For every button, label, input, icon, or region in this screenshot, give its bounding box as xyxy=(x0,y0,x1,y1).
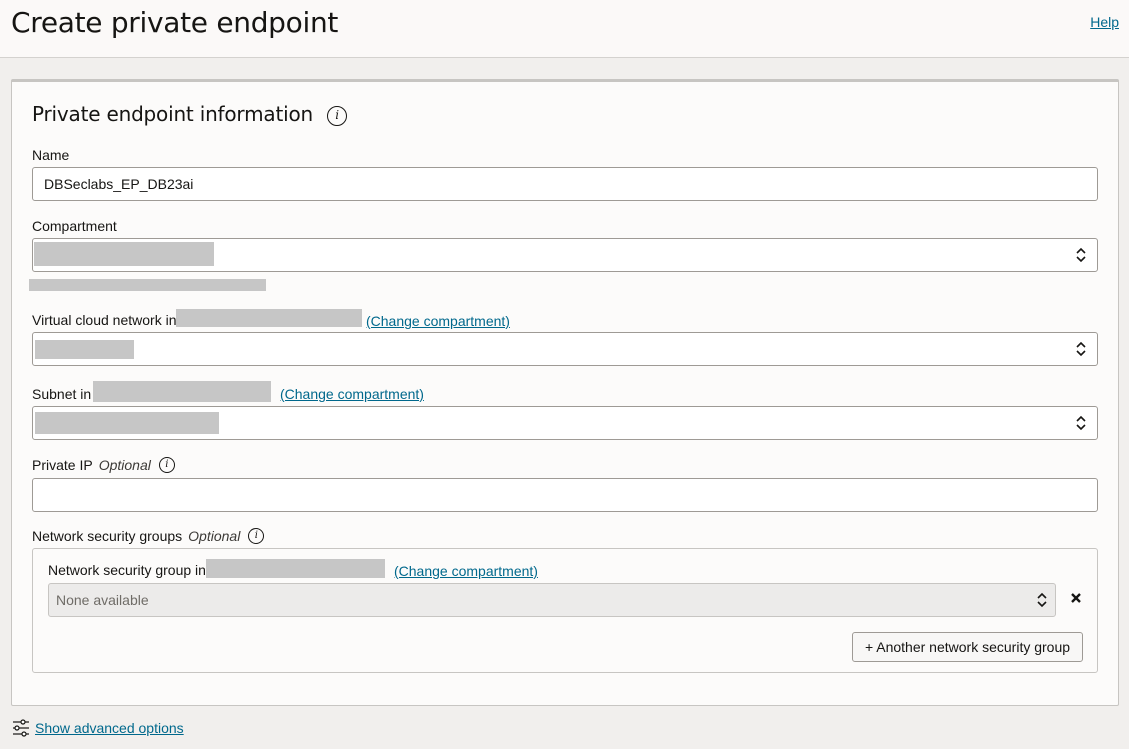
compartment-label: Compartment xyxy=(32,218,117,234)
name-label: Name xyxy=(32,147,70,163)
nsg-change-compartment-link[interactable]: (Change compartment) xyxy=(394,563,538,579)
optional-tag: Optional xyxy=(98,457,151,473)
nsg-group-box: Network security group in (Change compar… xyxy=(32,548,1098,673)
nsg-select-value: None available xyxy=(56,592,149,608)
private-ip-input[interactable] xyxy=(32,478,1098,512)
vcn-select[interactable] xyxy=(32,332,1098,366)
redacted-value xyxy=(34,242,214,266)
chevron-up-down-icon xyxy=(1037,592,1047,608)
subnet-label: Subnet in xyxy=(32,386,92,402)
info-icon[interactable]: i xyxy=(248,528,265,545)
name-input-value: DBSeclabs_EP_DB23ai xyxy=(44,176,194,192)
close-icon[interactable] xyxy=(1069,591,1083,605)
subnet-change-compartment-link[interactable]: (Change compartment) xyxy=(280,386,424,402)
info-icon[interactable]: i xyxy=(327,105,348,126)
info-icon[interactable]: i xyxy=(158,457,175,474)
private-ip-label-text: Private IP xyxy=(32,457,93,473)
nsg-label: Network security groups Optional i xyxy=(32,528,265,545)
vcn-label: Virtual cloud network in xyxy=(32,312,177,328)
sliders-icon[interactable] xyxy=(11,718,31,738)
show-advanced-options-link[interactable]: Show advanced options xyxy=(35,720,184,736)
add-nsg-button[interactable]: + Another network security group xyxy=(852,632,1083,662)
section-title: Private endpoint information i xyxy=(32,102,348,126)
vcn-change-compartment-link[interactable]: (Change compartment) xyxy=(366,313,510,329)
chevron-up-down-icon xyxy=(1076,341,1086,357)
help-link[interactable]: Help xyxy=(1090,14,1119,30)
redacted-value xyxy=(35,412,219,434)
redacted-compartment xyxy=(206,559,385,578)
compartment-select[interactable] xyxy=(32,238,1098,272)
page-header: Create private endpoint Help xyxy=(0,0,1129,58)
name-input[interactable]: DBSeclabs_EP_DB23ai xyxy=(32,167,1098,201)
redacted-value xyxy=(35,340,134,359)
page-title: Create private endpoint xyxy=(11,6,339,39)
nsg-group-label: Network security group in xyxy=(48,562,206,578)
private-endpoint-panel: Private endpoint information i Name DBSe… xyxy=(11,79,1119,706)
redacted-path xyxy=(29,279,266,291)
section-title-text: Private endpoint information xyxy=(32,102,313,126)
redacted-compartment xyxy=(176,309,362,327)
private-ip-label: Private IP Optional i xyxy=(32,457,175,474)
redacted-compartment xyxy=(93,381,271,402)
subnet-select[interactable] xyxy=(32,406,1098,440)
chevron-up-down-icon xyxy=(1076,247,1086,263)
chevron-up-down-icon xyxy=(1076,415,1086,431)
optional-tag: Optional xyxy=(188,528,241,544)
nsg-select[interactable]: None available xyxy=(48,583,1056,617)
nsg-label-text: Network security groups xyxy=(32,528,183,544)
